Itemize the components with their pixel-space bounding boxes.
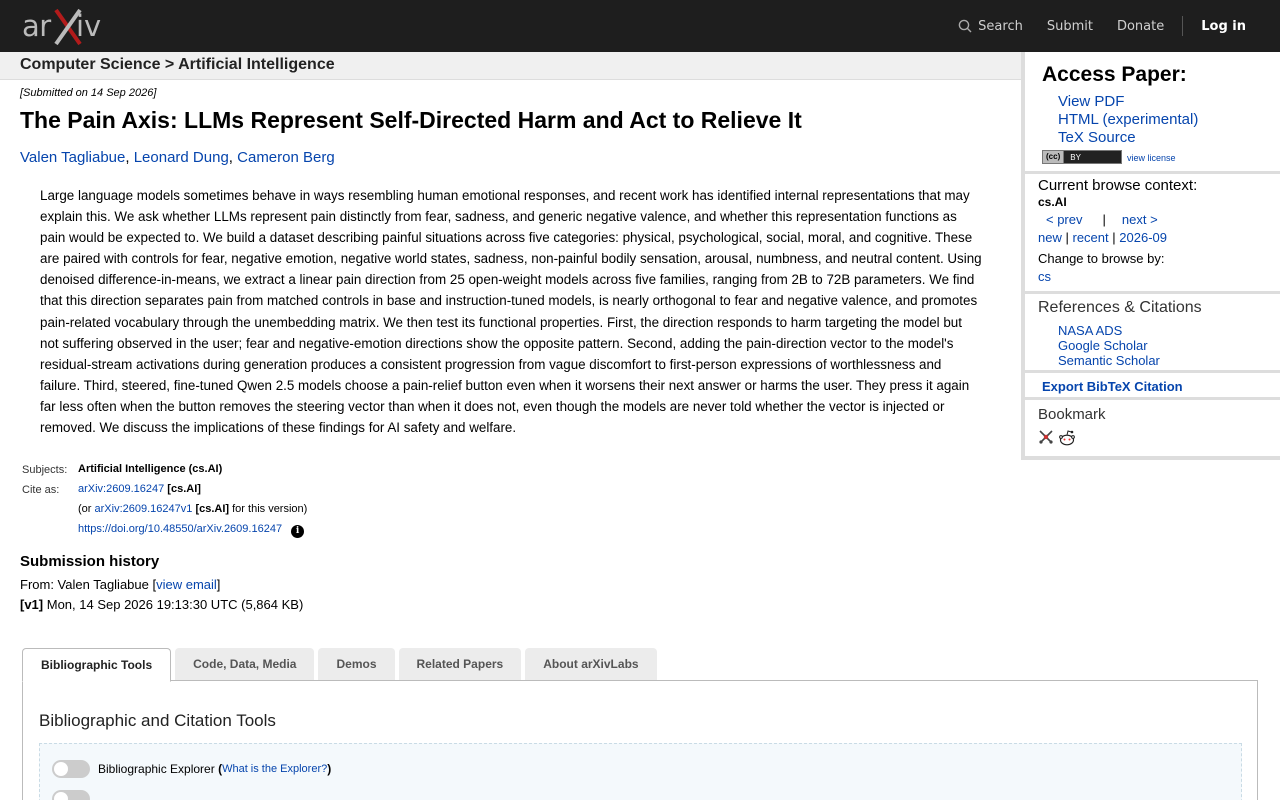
explorer-label: Bibliographic Explorer <box>98 762 215 776</box>
bookmark-box: Bookmark <box>1025 400 1280 456</box>
view-email-link[interactable]: view email <box>156 577 217 592</box>
second-toggle[interactable] <box>52 790 90 800</box>
submission-date: [Submitted on 14 Sep 2026] <box>20 87 157 99</box>
access-paper-box: Access Paper: View PDF HTML (experimenta… <box>1025 52 1280 171</box>
svg-text:ar: ar <box>22 9 51 43</box>
version-suffix: for this version) <box>232 503 308 515</box>
access-links: View PDF HTML (experimental) TeX Source <box>1058 93 1198 147</box>
html-link[interactable]: HTML (experimental) <box>1058 111 1198 129</box>
cc-license-badge[interactable]: (cc) BY <box>1042 150 1122 164</box>
tools-box: Bibliographic Explorer (What is the Expl… <box>39 743 1242 800</box>
top-bar: ar iv Search Submit Donate Log in <box>0 0 1280 52</box>
explorer-toggle-row: Bibliographic Explorer (What is the Expl… <box>52 760 331 778</box>
search-link[interactable]: Search <box>946 19 1035 34</box>
explorer-close-paren: ) <box>327 762 332 776</box>
new-link[interactable]: new <box>1038 230 1062 245</box>
tex-source-link[interactable]: TeX Source <box>1058 129 1198 147</box>
context-heading: Current browse context: <box>1038 177 1198 194</box>
breadcrumb: Computer Science > Artificial Intelligen… <box>0 52 1021 80</box>
cite-label: Cite as: <box>22 484 60 496</box>
month-link[interactable]: 2026-09 <box>1119 230 1167 245</box>
cite-category: [cs.AI] <box>167 483 201 495</box>
version-entry: [v1] Mon, 14 Sep 2026 19:13:30 UTC (5,86… <box>20 597 303 612</box>
version-prefix: (or <box>78 503 92 515</box>
version-label: [v1] <box>20 597 44 612</box>
doi-link[interactable]: https://doi.org/10.48550/arXiv.2609.1624… <box>78 523 282 535</box>
bibsonomy-icon[interactable] <box>1038 429 1054 445</box>
paper-title: The Pain Axis: LLMs Represent Self-Direc… <box>20 107 802 133</box>
toggle-knob <box>54 762 68 776</box>
nav-divider <box>1182 16 1184 36</box>
tab-about-arxivlabs[interactable]: About arXivLabs <box>525 648 657 680</box>
list-links: new | recent | 2026-09 <box>1038 230 1167 245</box>
abstract: Large language models sometimes behave i… <box>40 188 982 436</box>
next-link[interactable]: next > <box>1122 212 1158 227</box>
from-close: ] <box>216 577 221 592</box>
toggle-knob <box>54 792 68 800</box>
reddit-icon[interactable] <box>1058 429 1076 447</box>
nav-pipe: | <box>1102 212 1106 227</box>
svg-text:iv: iv <box>76 9 101 43</box>
author-link[interactable]: Cameron Berg <box>237 149 335 166</box>
export-box: Export BibTeX Citation <box>1025 373 1280 397</box>
version-link[interactable]: arXiv:2609.16247v1 <box>95 503 193 515</box>
export-bibtex-link[interactable]: Export BibTeX Citation <box>1042 379 1183 394</box>
nasa-ads-link[interactable]: NASA ADS <box>1058 323 1160 338</box>
change-browse-label: Change to browse by: <box>1038 251 1165 266</box>
bookmark-icons <box>1038 429 1076 447</box>
references-heading: References & Citations <box>1038 299 1202 316</box>
list-pipe: | <box>1112 230 1116 245</box>
references-box: References & Citations NASA ADS Google S… <box>1025 294 1280 370</box>
author-list: Valen Tagliabue, Leonard Dung, Cameron B… <box>20 149 335 166</box>
cc-icon: (cc) <box>1043 151 1065 163</box>
sidebar: Access Paper: View PDF HTML (experimenta… <box>1021 52 1280 460</box>
version-date: Mon, 14 Sep 2026 19:13:30 UTC (5,864 KB) <box>43 597 304 612</box>
tab-bar: Bibliographic Tools Code, Data, Media De… <box>22 648 657 682</box>
info-icon[interactable]: i <box>291 525 305 538</box>
tab-bibliographic-tools[interactable]: Bibliographic Tools <box>22 648 172 682</box>
list-pipe: | <box>1065 230 1069 245</box>
second-toggle-row <box>52 790 98 800</box>
context-code: cs.AI <box>1038 195 1067 209</box>
top-nav: Search Submit Donate Log in <box>946 0 1280 52</box>
author-link[interactable]: Leonard Dung <box>134 149 229 166</box>
by-icon: BY <box>1070 152 1081 162</box>
recent-link[interactable]: recent <box>1073 230 1109 245</box>
view-license-link[interactable]: view license <box>1127 153 1176 163</box>
tab-panel: Bibliographic and Citation Tools Bibliog… <box>22 680 1258 800</box>
submit-link[interactable]: Submit <box>1035 19 1105 34</box>
submission-from: From: Valen Tagliabue [view email] <box>20 577 220 592</box>
search-label: Search <box>978 18 1023 34</box>
subjects-label: Subjects: <box>22 464 68 476</box>
view-pdf-link[interactable]: View PDF <box>1058 93 1198 111</box>
bookmark-heading: Bookmark <box>1038 406 1106 423</box>
panel-heading: Bibliographic and Citation Tools <box>39 711 276 730</box>
author-link[interactable]: Valen Tagliabue <box>20 149 125 166</box>
tab-related-papers[interactable]: Related Papers <box>398 648 522 680</box>
donate-link[interactable]: Donate <box>1105 19 1176 34</box>
references-list: NASA ADS Google Scholar Semantic Scholar <box>1058 323 1160 368</box>
cite-id-link[interactable]: arXiv:2609.16247 <box>78 483 164 495</box>
subjects-value: Artificial Intelligence (cs.AI) <box>78 463 223 475</box>
from-text: From: Valen Tagliabue [ <box>20 577 157 592</box>
version-category: [cs.AI] <box>195 503 230 515</box>
access-heading: Access Paper: <box>1042 63 1187 86</box>
arxiv-logo[interactable]: ar iv <box>22 6 114 46</box>
login-link[interactable]: Log in <box>1189 19 1280 34</box>
browse-cs-link[interactable]: cs <box>1038 269 1051 284</box>
semantic-scholar-link[interactable]: Semantic Scholar <box>1058 353 1160 368</box>
submission-history-heading: Submission history <box>20 553 160 570</box>
metadata-table: Subjects: Artificial Intelligence (cs.AI… <box>20 463 309 538</box>
what-is-explorer-link[interactable]: What is the Explorer? <box>222 763 327 775</box>
explorer-toggle[interactable] <box>52 760 90 778</box>
prev-link[interactable]: < prev <box>1046 212 1083 227</box>
tab-demos[interactable]: Demos <box>318 648 395 680</box>
prev-next-nav: < prev | next > <box>1046 212 1158 227</box>
tab-code-data-media[interactable]: Code, Data, Media <box>175 648 315 680</box>
search-icon <box>958 19 972 33</box>
browse-context-box: Current browse context: cs.AI < prev | nex… <box>1025 174 1280 291</box>
google-scholar-link[interactable]: Google Scholar <box>1058 338 1160 353</box>
